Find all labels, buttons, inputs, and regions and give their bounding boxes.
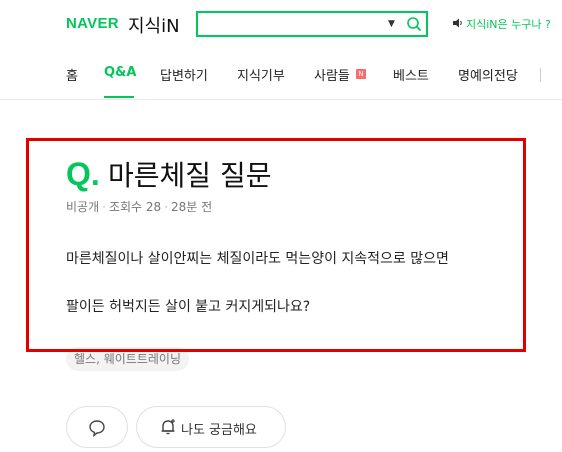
question-tag[interactable]: 헬스, 웨이트트레이닝	[66, 347, 189, 371]
search-input[interactable]	[204, 15, 378, 35]
curious-button[interactable]: 나도 궁금해요	[136, 406, 286, 448]
question-mark-label: Q.	[66, 156, 100, 192]
notice-text[interactable]: 지식iN은 누구나 ?	[466, 16, 551, 32]
tab-hall-of-fame[interactable]: 명예의전당	[458, 65, 518, 84]
question-title: 마른체질 질문	[108, 159, 272, 192]
speaker-icon	[453, 18, 462, 28]
curious-label: 나도 궁금해요	[181, 423, 257, 438]
tab-answer[interactable]: 답변하기	[160, 65, 208, 84]
tab-knowledge-donation[interactable]: 지식기부	[237, 65, 285, 84]
author-label: 비공개	[66, 200, 100, 214]
tab-home[interactable]: 홈	[66, 65, 78, 84]
question-body-line-2: 팔이든 허벅지든 살이 붙고 커지게되나요?	[66, 299, 311, 315]
search-bar: ▼	[196, 11, 428, 37]
bell-plus-icon	[161, 419, 175, 435]
post-time: 28분 전	[171, 200, 213, 214]
question-meta: 비공개 · 조회수 28 · 28분 전	[66, 200, 213, 214]
question-body-line-1: 마른체질이나 살이안찌는 체질이라도 먹는양이 지속적으로 많으면	[66, 251, 449, 267]
naver-logo[interactable]: NAVER	[66, 15, 119, 32]
search-icon[interactable]	[406, 16, 422, 32]
highlight-box	[26, 138, 526, 352]
kin-logo[interactable]: 지식iN	[128, 12, 180, 38]
tab-people[interactable]: 사람들	[314, 65, 350, 84]
nav-divider	[0, 99, 562, 100]
comment-icon	[89, 420, 105, 437]
new-badge: N	[356, 69, 366, 79]
tab-best[interactable]: 베스트	[393, 65, 429, 84]
active-tab-indicator	[104, 96, 134, 98]
search-dropdown-icon[interactable]: ▼	[388, 14, 395, 34]
view-count: 조회수 28	[108, 200, 162, 214]
tab-qna[interactable]: Q&A	[104, 65, 136, 80]
nav-separator	[540, 68, 541, 82]
comment-button[interactable]	[66, 406, 128, 448]
